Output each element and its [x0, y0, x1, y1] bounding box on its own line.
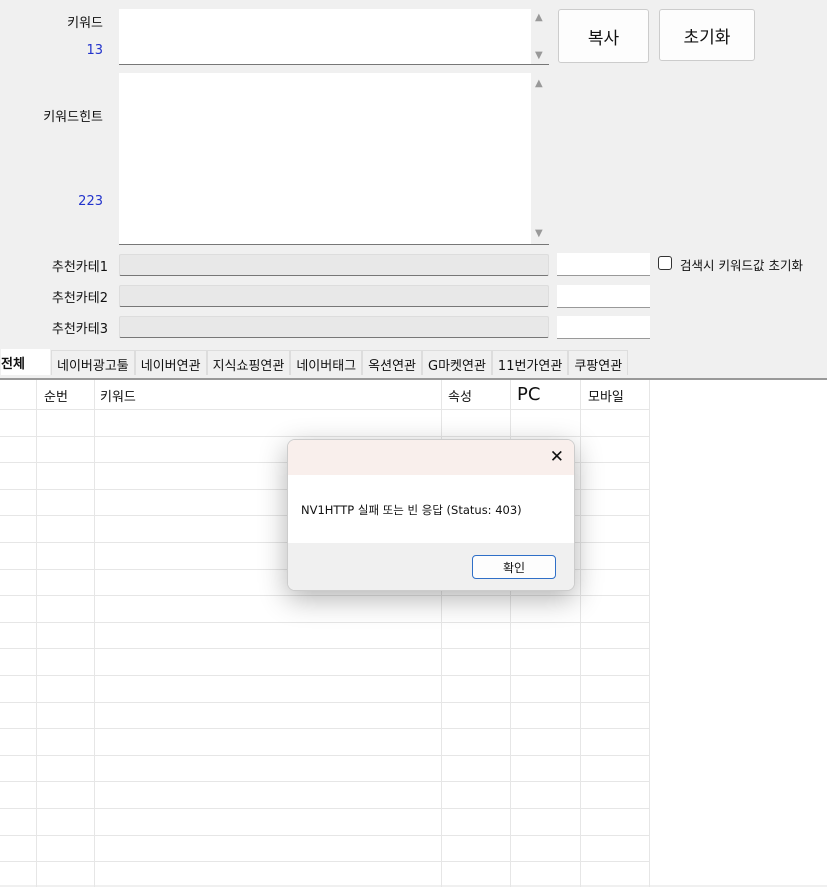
header-mobile[interactable]: 모바일: [588, 386, 624, 405]
header-keyword[interactable]: 키워드: [100, 386, 136, 405]
header-pc[interactable]: PC: [517, 384, 540, 405]
scroll-up-icon[interactable]: ▲: [535, 78, 543, 89]
keyword-textarea[interactable]: ▲ ▼: [119, 9, 549, 65]
tab-gmarket-related[interactable]: G마켓연관: [422, 350, 492, 375]
category-3-label: 추천카테3: [51, 322, 108, 337]
category-1-field[interactable]: [119, 254, 549, 276]
close-icon[interactable]: ✕: [550, 447, 564, 467]
tab-11st-related[interactable]: 11번가연관: [491, 350, 569, 375]
scroll-up-icon[interactable]: ▲: [535, 12, 543, 23]
scroll-down-icon[interactable]: ▼: [535, 50, 543, 61]
tab-naver-ad-tool[interactable]: 네이버광고툴: [51, 350, 135, 375]
category-1-label: 추천카테1: [51, 260, 108, 275]
dialog-message: NV1HTTP 실패 또는 빈 응답 (Status: 403): [301, 503, 522, 517]
hint-count: 223: [78, 194, 103, 209]
category-3-field[interactable]: [119, 316, 549, 338]
category-2-field[interactable]: [119, 285, 549, 307]
reset-button[interactable]: 초기화: [659, 9, 755, 61]
category-1-small-field[interactable]: [557, 253, 650, 276]
tab-all[interactable]: 전체: [0, 348, 51, 375]
hint-textarea[interactable]: ▲ ▼: [119, 73, 549, 245]
scroll-down-icon[interactable]: ▼: [535, 228, 543, 239]
copy-button[interactable]: 복사: [558, 9, 649, 63]
scrollbar[interactable]: ▲ ▼: [531, 9, 549, 64]
scrollbar[interactable]: ▲ ▼: [531, 73, 549, 244]
tab-naver-tag[interactable]: 네이버태그: [290, 350, 363, 375]
header-seq[interactable]: 순번: [44, 386, 68, 405]
tab-shopping-related[interactable]: 지식쇼핑연관: [206, 350, 291, 375]
header-attr[interactable]: 속성: [448, 386, 472, 405]
reset-on-search-checkbox[interactable]: [658, 256, 672, 270]
reset-on-search-label[interactable]: 검색시 키워드값 초기화: [680, 255, 803, 274]
category-2-label: 추천카테2: [51, 291, 108, 306]
ok-button[interactable]: 확인: [472, 555, 556, 579]
dialog-titlebar: [288, 440, 574, 475]
category-2-small-field[interactable]: [557, 285, 650, 308]
error-dialog: ✕ NV1HTTP 실패 또는 빈 응답 (Status: 403) 확인: [287, 439, 575, 591]
tab-coupang-related[interactable]: 쿠팡연관: [568, 350, 629, 375]
keyword-count: 13: [86, 43, 103, 58]
category-3-small-field[interactable]: [557, 316, 650, 339]
hint-label: 키워드힌트: [43, 110, 103, 125]
tab-auction-related[interactable]: 옥션연관: [362, 350, 422, 375]
tab-naver-related[interactable]: 네이버연관: [134, 350, 207, 375]
tab-bar: 전체 네이버광고툴 네이버연관 지식쇼핑연관 네이버태그 옥션연관 G마켓연관 …: [0, 348, 629, 375]
keyword-label: 키워드: [67, 16, 103, 31]
